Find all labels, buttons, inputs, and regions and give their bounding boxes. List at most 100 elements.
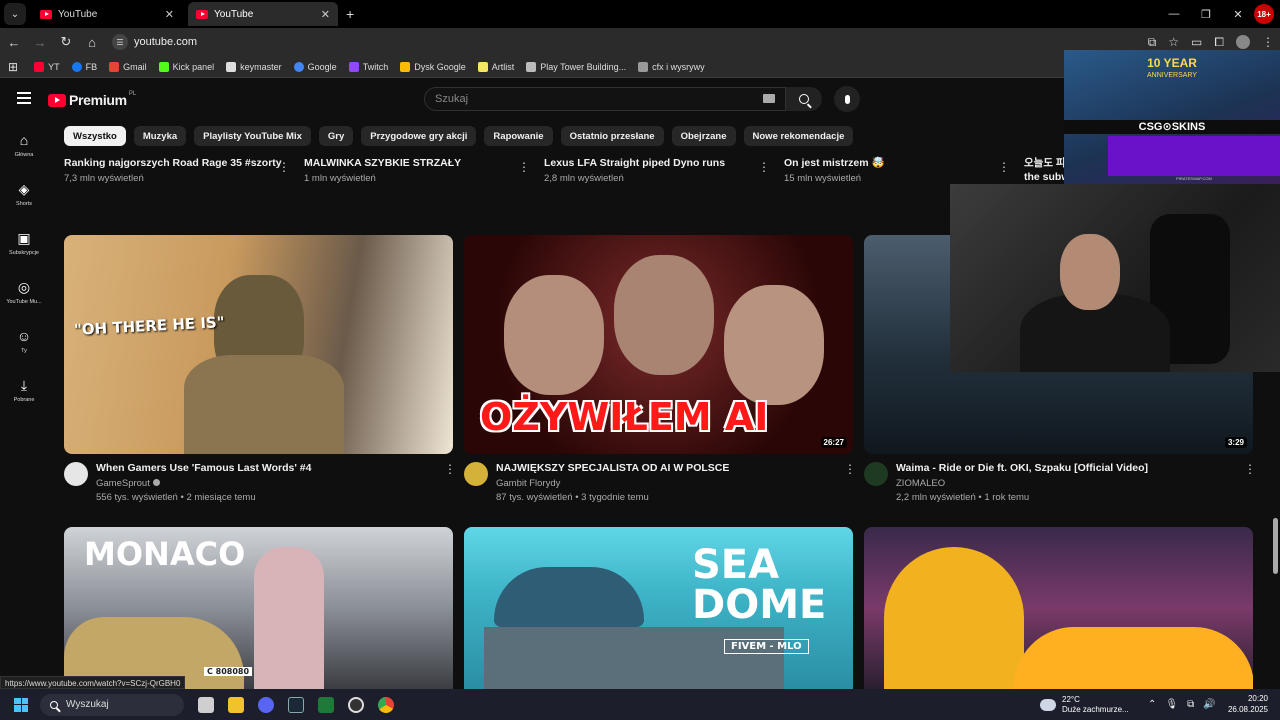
page-scrollbar[interactable] — [1273, 518, 1278, 574]
short-item[interactable]: Ranking najgorszych Road Rage 35 #szorty… — [64, 156, 284, 184]
home-icon[interactable]: ⌂ — [80, 35, 104, 50]
short-item[interactable]: On jest mistrzem 🤯 15 mln wyświetleń — [784, 156, 1004, 184]
chip-watched[interactable]: Obejrzane — [671, 126, 736, 146]
video-title[interactable]: Waima - Ride or Die ft. OKI, Szpaku [Off… — [896, 462, 1148, 474]
bookmark-google[interactable]: Google — [293, 61, 337, 72]
extensions-puzzle-icon[interactable]: ⧠ — [1214, 35, 1224, 50]
short-title[interactable]: Lexus LFA Straight piped Dyno runs — [544, 156, 764, 170]
profile-avatar[interactable] — [1236, 35, 1250, 49]
excel-icon[interactable] — [318, 696, 334, 713]
new-tab-button[interactable]: + — [346, 6, 354, 22]
video-thumbnail[interactable]: "OH THERE HE IS" — [64, 235, 453, 454]
more-actions-icon[interactable]: ⋮ — [518, 161, 530, 173]
apps-grid-icon[interactable]: ⊞ — [8, 60, 18, 74]
extension-icon[interactable]: ▭ — [1191, 35, 1202, 49]
chip-all[interactable]: Wszystko — [64, 126, 126, 146]
chip-action-adventure[interactable]: Przygodowe gry akcji — [361, 126, 477, 146]
cast-icon[interactable]: ⧉ — [1148, 35, 1157, 50]
tab-search-button[interactable]: ⌄ — [4, 3, 26, 25]
steam-icon[interactable] — [288, 696, 304, 713]
nav-item-home[interactable]: ⌂ Główna — [0, 120, 48, 169]
bookmark-gmail[interactable]: Gmail — [109, 61, 147, 72]
bookmark-star-icon[interactable]: ☆ — [1168, 35, 1179, 49]
bookmark-twitch[interactable]: Twitch — [348, 61, 388, 72]
nav-item-shorts[interactable]: ◈ Shorts — [0, 169, 48, 218]
bookmark-yt[interactable]: YT — [34, 61, 60, 72]
channel-avatar[interactable] — [464, 462, 488, 486]
restore-button[interactable]: ❐ — [1190, 8, 1222, 21]
short-item[interactable]: MALWINKA SZYBKIE STRZAŁY 1 mln wyświetle… — [304, 156, 524, 184]
channel-name[interactable]: GameSprout — [96, 478, 160, 489]
forward-arrow-icon[interactable]: → — [28, 35, 52, 50]
more-actions-icon[interactable]: ⋮ — [278, 161, 290, 173]
channel-avatar[interactable] — [64, 462, 88, 486]
search-input[interactable]: Szukaj — [424, 87, 786, 111]
taskbar-search-input[interactable]: Wyszukaj — [40, 693, 184, 716]
search-button[interactable] — [786, 87, 822, 111]
tab-youtube-2[interactable]: YouTube ✕ — [188, 2, 338, 26]
network-icon[interactable]: ⧉ — [1187, 699, 1194, 710]
volume-icon[interactable]: 🔊 — [1203, 699, 1215, 710]
short-title[interactable]: MALWINKA SZYBKIE STRZAŁY — [304, 156, 524, 170]
video-thumbnail[interactable]: MONACO C 808080 — [64, 527, 453, 689]
obs-icon[interactable] — [348, 696, 364, 713]
menu-hamburger-icon[interactable] — [17, 92, 31, 104]
chip-new-to-you[interactable]: Nowe rekomendacje — [743, 126, 854, 146]
chip-music[interactable]: Muzyka — [133, 126, 187, 146]
bookmark-cfx[interactable]: cfx i wysrywy — [638, 61, 705, 72]
short-title[interactable]: On jest mistrzem 🤯 — [784, 156, 1004, 170]
more-actions-icon[interactable]: ⋮ — [844, 463, 856, 475]
bookmark-kick-panel[interactable]: Kick panel — [158, 61, 214, 72]
video-title[interactable]: When Gamers Use 'Famous Last Words' #4 — [96, 462, 311, 474]
extension-badge[interactable]: 18+ — [1254, 4, 1274, 24]
tray-chevron-icon[interactable]: ⌃ — [1148, 699, 1156, 710]
back-arrow-icon[interactable]: ← — [2, 35, 26, 50]
video-thumbnail[interactable] — [864, 527, 1253, 689]
microphone-icon[interactable]: 🎙 — [1165, 699, 1178, 710]
bookmark-artlist[interactable]: Artlist — [477, 61, 514, 72]
tab-youtube-1[interactable]: YouTube ✕ — [32, 2, 182, 26]
channel-name[interactable]: ZIOMALEO — [896, 478, 945, 489]
nav-item-subscriptions[interactable]: ▣ Subskrypcje — [0, 218, 48, 267]
taskbar-clock[interactable]: 20:20 26.08.2025 — [1228, 693, 1268, 715]
menu-dots-icon[interactable]: ⋮ — [1262, 35, 1274, 49]
site-info-icon[interactable]: ☰ — [112, 34, 128, 50]
chrome-icon[interactable] — [378, 696, 394, 713]
bookmark-fb[interactable]: FB — [71, 61, 97, 72]
minimize-button[interactable]: — — [1158, 8, 1190, 20]
task-view-icon[interactable] — [198, 696, 214, 713]
video-thumbnail[interactable]: SEA DOME FIVEM - MLO — [464, 527, 853, 689]
close-window-button[interactable]: ✕ — [1222, 8, 1254, 21]
channel-avatar[interactable] — [864, 462, 888, 486]
short-title[interactable]: Ranking najgorszych Road Rage 35 #szorty — [64, 156, 284, 170]
chip-mix-playlists[interactable]: Playlisty YouTube Mix — [194, 126, 311, 146]
nav-item-you[interactable]: ☺ Ty — [0, 316, 48, 365]
address-bar[interactable]: ☰ youtube.com — [112, 31, 1112, 53]
voice-search-button[interactable] — [834, 86, 860, 112]
chip-rap[interactable]: Rapowanie — [484, 126, 553, 146]
more-actions-icon[interactable]: ⋮ — [444, 463, 456, 475]
chip-recently-uploaded[interactable]: Ostatnio przesłane — [560, 126, 664, 146]
discord-icon[interactable] — [258, 696, 274, 713]
file-explorer-icon[interactable] — [228, 696, 244, 713]
reload-icon[interactable]: ↻ — [54, 34, 78, 50]
close-icon[interactable]: ✕ — [165, 8, 174, 21]
nav-item-downloads[interactable]: ⤓ Pobrane — [0, 365, 48, 414]
chip-games[interactable]: Gry — [318, 126, 354, 146]
close-icon[interactable]: ✕ — [321, 8, 330, 21]
youtube-premium-logo[interactable]: Premium PL — [48, 91, 136, 108]
short-item[interactable]: Lexus LFA Straight piped Dyno runs 2,8 m… — [544, 156, 764, 184]
more-actions-icon[interactable]: ⋮ — [998, 161, 1010, 173]
channel-name[interactable]: Gambit Florydy — [496, 478, 560, 489]
more-actions-icon[interactable]: ⋮ — [758, 161, 770, 173]
windows-start-icon[interactable] — [14, 697, 28, 712]
bookmark-dysk-google[interactable]: Dysk Google — [400, 61, 466, 72]
nav-item-youtube-music[interactable]: ◎ YouTube Mu... — [0, 267, 48, 316]
weather-widget[interactable]: 22°C Duże zachmurze... — [1040, 689, 1129, 720]
video-thumbnail[interactable]: OŻYWIŁEM AI 26:27 — [464, 235, 853, 454]
more-actions-icon[interactable]: ⋮ — [1244, 463, 1256, 475]
keyboard-icon[interactable] — [763, 94, 775, 103]
bookmark-keymaster[interactable]: keymaster — [226, 61, 282, 72]
bookmark-play-tower[interactable]: Play Tower Building... — [526, 61, 626, 72]
video-title[interactable]: NAJWIĘKSZY SPECJALISTA OD AI W POLSCE — [496, 462, 729, 474]
